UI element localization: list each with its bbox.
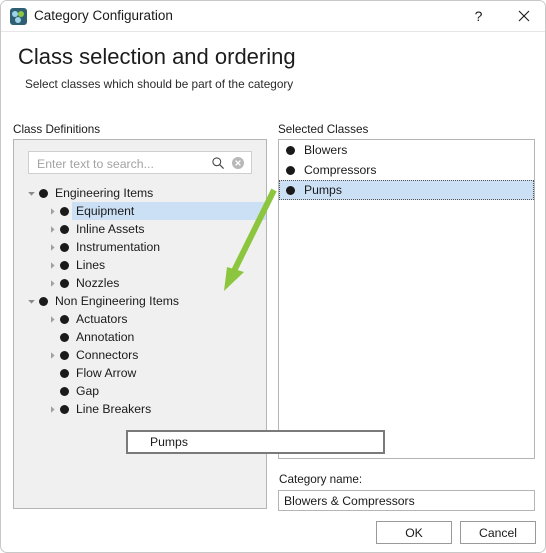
- class-bullet-icon: [60, 368, 69, 378]
- chevron-right-icon[interactable]: [44, 261, 60, 270]
- tree-item-lines[interactable]: Lines: [14, 256, 266, 274]
- tree-item-annotation[interactable]: Annotation: [14, 328, 266, 346]
- class-bullet-icon: [286, 165, 295, 175]
- window-title: Category Configuration: [34, 8, 173, 23]
- class-bullet-icon: [60, 224, 69, 234]
- tree-item-label: Inline Assets: [76, 222, 145, 236]
- tree-item-label: Lines: [76, 258, 106, 272]
- category-name-input[interactable]: [278, 490, 535, 511]
- class-bullet-icon: [39, 296, 48, 306]
- tree-item-flow-arrow[interactable]: Flow Arrow: [14, 364, 266, 382]
- class-bullet-icon: [39, 188, 48, 198]
- app-category-icon: [10, 8, 27, 25]
- search-input[interactable]: [35, 152, 211, 175]
- close-icon[interactable]: [501, 1, 545, 31]
- cancel-button[interactable]: Cancel: [460, 521, 536, 544]
- class-bullet-icon: [60, 206, 69, 216]
- class-bullet-icon: [60, 404, 69, 414]
- drag-ghost-label: Pumps: [150, 435, 188, 449]
- drag-ghost-pumps: Pumps: [126, 430, 385, 454]
- class-bullet-icon: [60, 260, 69, 270]
- search-box[interactable]: [28, 151, 252, 175]
- search-icon[interactable]: [211, 156, 225, 170]
- class-bullet-icon: [60, 242, 69, 252]
- class-bullet-icon: [286, 185, 295, 195]
- selected-class-label: Blowers: [304, 143, 348, 157]
- title-bar: Category Configuration ?: [1, 1, 545, 32]
- tree-item-label: Nozzles: [76, 276, 120, 290]
- tree-item-gap[interactable]: Gap: [14, 382, 266, 400]
- selected-class-label: Compressors: [304, 163, 377, 177]
- tree-item-label: Actuators: [76, 312, 128, 326]
- page-subtitle: Select classes which should be part of t…: [25, 77, 294, 91]
- category-name-label: Category name:: [279, 473, 363, 486]
- tree-item-connectors[interactable]: Connectors: [14, 346, 266, 364]
- clear-icon[interactable]: [231, 156, 245, 170]
- class-definitions-tree[interactable]: Engineering Items Equipment Inline Assets I…: [14, 184, 266, 418]
- tree-item-actuators[interactable]: Actuators: [14, 310, 266, 328]
- chevron-right-icon[interactable]: [44, 279, 60, 288]
- category-configuration-dialog: Category Configuration ? Class selection…: [0, 0, 546, 553]
- selected-classes-label: Selected Classes: [278, 123, 369, 136]
- chevron-right-icon[interactable]: [44, 243, 60, 252]
- tree-item-label: Equipment: [76, 204, 135, 218]
- tree-item-label: Gap: [76, 384, 100, 398]
- chevron-down-icon[interactable]: [23, 297, 39, 306]
- tree-item-inline-assets[interactable]: Inline Assets: [14, 220, 266, 238]
- tree-item-engineering-items[interactable]: Engineering Items: [14, 184, 266, 202]
- class-definitions-label: Class Definitions: [13, 123, 101, 136]
- ok-button[interactable]: OK: [376, 521, 452, 544]
- selected-classes-list[interactable]: Blowers Compressors Pumps: [278, 139, 535, 459]
- class-bullet-icon: [60, 350, 69, 360]
- chevron-right-icon[interactable]: [44, 315, 60, 324]
- page-title: Class selection and ordering: [18, 44, 296, 69]
- help-button[interactable]: ?: [456, 1, 501, 31]
- chevron-right-icon[interactable]: [44, 207, 60, 216]
- class-bullet-icon: [60, 332, 69, 342]
- tree-item-non-engineering-items[interactable]: Non Engineering Items: [14, 292, 266, 310]
- class-bullet-icon: [60, 314, 69, 324]
- selected-class-item-compressors[interactable]: Compressors: [279, 160, 534, 180]
- selected-class-item-blowers[interactable]: Blowers: [279, 140, 534, 160]
- tree-item-label: Annotation: [76, 330, 135, 344]
- tree-item-instrumentation[interactable]: Instrumentation: [14, 238, 266, 256]
- selected-class-item-pumps[interactable]: Pumps: [279, 180, 534, 200]
- class-bullet-icon: [286, 145, 295, 155]
- tree-item-nozzles[interactable]: Nozzles: [14, 274, 266, 292]
- chevron-right-icon[interactable]: [44, 405, 60, 414]
- tree-item-label: Connectors: [76, 348, 139, 362]
- tree-item-label: Instrumentation: [76, 240, 161, 254]
- tree-item-label: Non Engineering Items: [55, 294, 179, 308]
- chevron-down-icon[interactable]: [23, 189, 39, 198]
- class-bullet-icon: [60, 278, 69, 288]
- chevron-right-icon[interactable]: [44, 351, 60, 360]
- tree-item-equipment[interactable]: Equipment: [14, 202, 266, 220]
- tree-item-label: Flow Arrow: [76, 366, 137, 380]
- class-bullet-icon: [60, 386, 69, 396]
- tree-item-line-breakers[interactable]: Line Breakers: [14, 400, 266, 418]
- tree-item-label: Engineering Items: [55, 186, 154, 200]
- selected-class-label: Pumps: [304, 183, 342, 197]
- chevron-right-icon[interactable]: [44, 225, 60, 234]
- tree-item-label: Line Breakers: [76, 402, 152, 416]
